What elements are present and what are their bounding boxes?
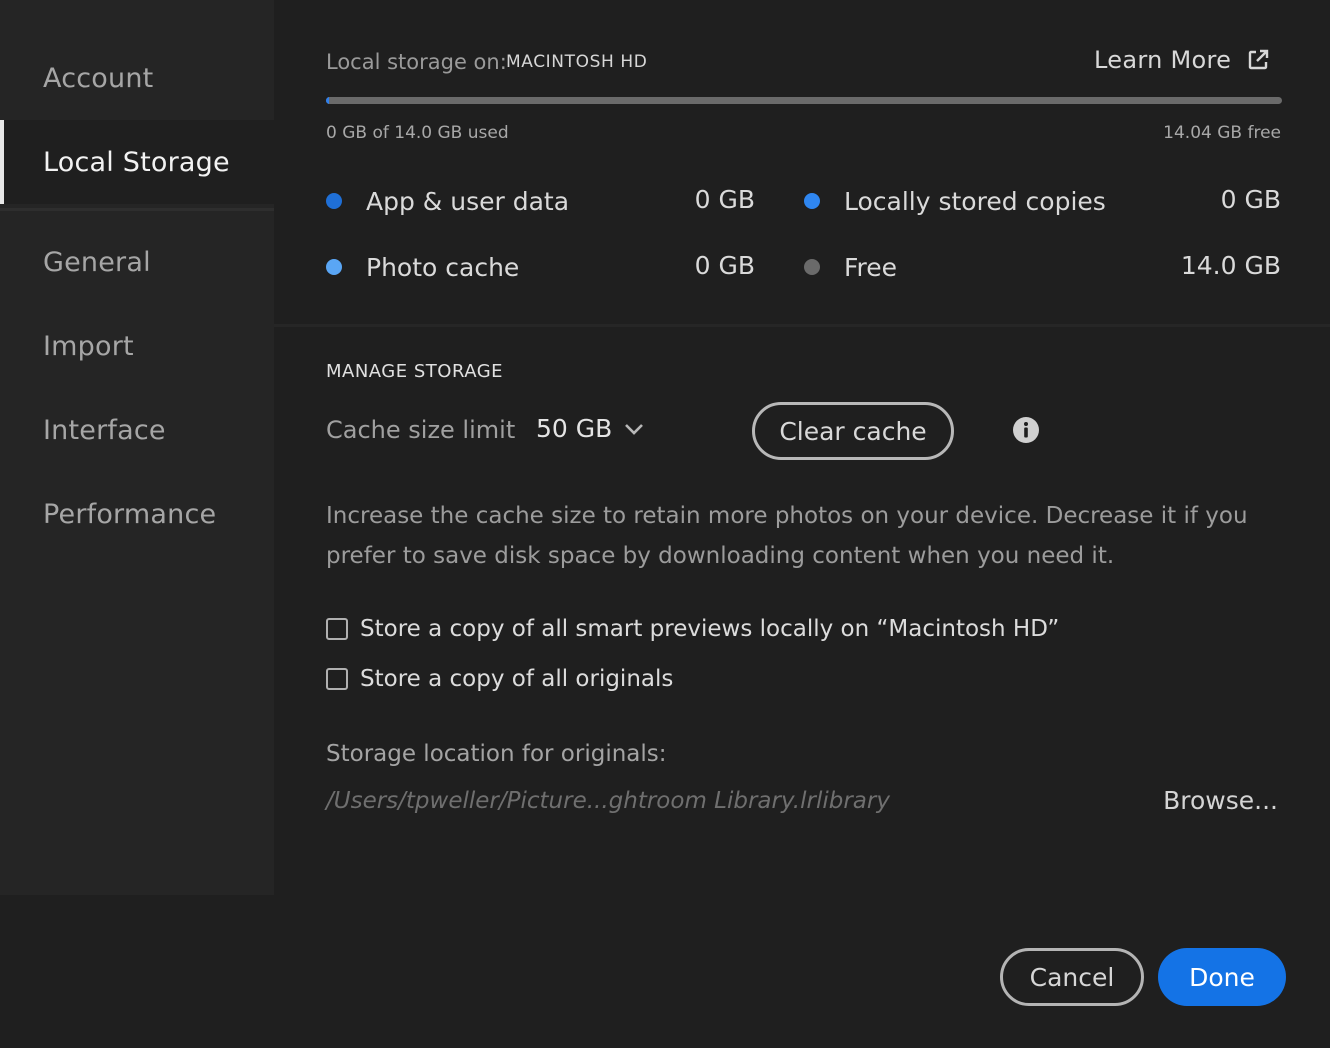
cache-size-dropdown[interactable]: 50 GB xyxy=(536,414,644,443)
sidebar-item-interface[interactable]: Interface xyxy=(0,388,274,472)
storage-location-originals-label: Storage location for originals: xyxy=(326,741,667,767)
external-link-icon xyxy=(1249,49,1269,70)
legend-value: 0 GB xyxy=(694,185,755,214)
originals-checkbox-row[interactable]: Store a copy of all originals xyxy=(326,666,673,692)
smart-previews-checkbox-label: Store a copy of all smart previews local… xyxy=(360,616,1060,642)
legend-dot xyxy=(326,193,342,209)
learn-more-link[interactable]: Learn More xyxy=(1094,46,1269,74)
legend-item-free: Free xyxy=(804,251,897,283)
storage-location-label: Local storage on: xyxy=(326,50,507,74)
sidebar-item-label: Local Storage xyxy=(43,146,230,178)
sidebar-item-label: Account xyxy=(43,62,154,94)
panel-divider xyxy=(274,324,1330,327)
legend-item-photo-cache: Photo cache xyxy=(326,251,519,283)
learn-more-label: Learn More xyxy=(1094,46,1232,74)
browse-button[interactable]: Browse... xyxy=(1163,786,1278,815)
sidebar-divider xyxy=(0,208,274,211)
info-icon[interactable] xyxy=(1012,416,1040,444)
legend-value: 0 GB xyxy=(1220,185,1281,214)
storage-location-path: /Users/tpweller/Picture...ghtroom Librar… xyxy=(326,788,890,814)
storage-usage-bar xyxy=(326,97,1282,104)
originals-checkbox-label: Store a copy of all originals xyxy=(360,666,674,692)
legend-item-app-user-data: App & user data xyxy=(326,185,569,217)
legend-dot xyxy=(804,193,820,209)
storage-free-text: 14.04 GB free xyxy=(1163,123,1281,143)
legend-value: 14.0 GB xyxy=(1180,251,1281,280)
smart-previews-checkbox-row[interactable]: Store a copy of all smart previews local… xyxy=(326,616,1059,642)
sidebar-item-label: Import xyxy=(43,330,134,362)
legend-label: Photo cache xyxy=(366,252,520,282)
sidebar-item-label: Interface xyxy=(43,414,166,446)
legend-value: 0 GB xyxy=(694,251,755,280)
originals-checkbox[interactable] xyxy=(326,668,348,690)
cancel-button[interactable]: Cancel xyxy=(1000,948,1144,1006)
sidebar-item-general[interactable]: General xyxy=(0,220,274,304)
sidebar-item-import[interactable]: Import xyxy=(0,304,274,388)
legend-label: Locally stored copies xyxy=(844,186,1106,216)
chevron-down-icon xyxy=(625,423,644,435)
done-button[interactable]: Done xyxy=(1158,948,1286,1006)
sidebar-item-label: Performance xyxy=(43,498,217,530)
cache-size-value: 50 GB xyxy=(536,414,613,443)
clear-cache-button[interactable]: Clear cache xyxy=(752,402,954,460)
legend-dot xyxy=(804,259,820,275)
sidebar: Account Local Storage General Import Int… xyxy=(0,0,274,895)
cache-description: Increase the cache size to retain more p… xyxy=(326,503,1248,569)
legend-item-locally-stored-copies: Locally stored copies xyxy=(804,185,1106,217)
sidebar-item-label: General xyxy=(43,246,151,278)
cache-size-label: Cache size limit xyxy=(326,416,516,444)
sidebar-item-local-storage[interactable]: Local Storage xyxy=(0,120,274,204)
legend-label: App & user data xyxy=(366,186,570,216)
smart-previews-checkbox[interactable] xyxy=(326,618,348,640)
storage-volume-name: MACINTOSH HD xyxy=(506,52,648,72)
manage-storage-heading: MANAGE STORAGE xyxy=(326,361,504,382)
sidebar-item-account[interactable]: Account xyxy=(0,36,274,120)
legend-dot xyxy=(326,259,342,275)
storage-used-text: 0 GB of 14.0 GB used xyxy=(326,123,509,143)
sidebar-item-performance[interactable]: Performance xyxy=(0,472,274,556)
legend-label: Free xyxy=(844,252,898,282)
storage-usage-fill xyxy=(326,97,329,104)
